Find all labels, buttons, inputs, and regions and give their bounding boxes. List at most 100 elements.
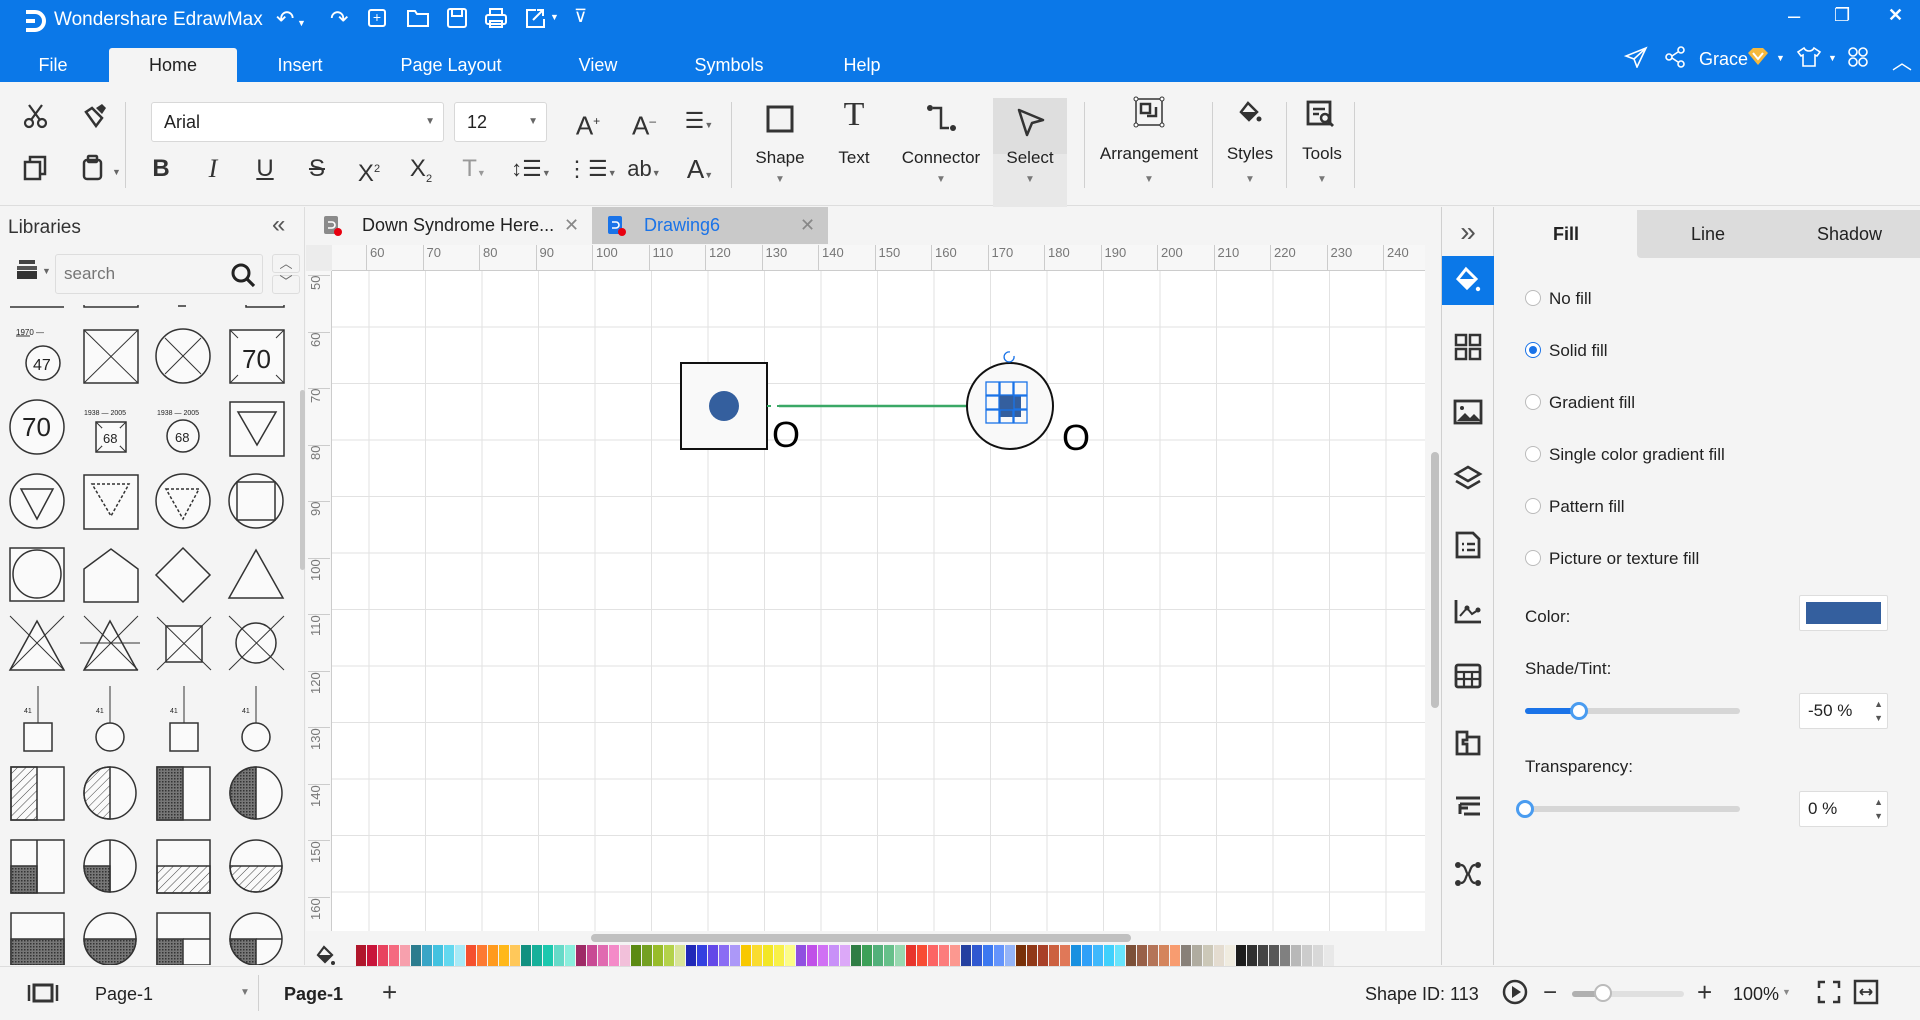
spin-arrows[interactable]: ▲ ▼ bbox=[1874, 697, 1883, 725]
color-swatch[interactable] bbox=[1071, 945, 1081, 967]
color-swatch[interactable] bbox=[631, 945, 641, 967]
radio-button[interactable] bbox=[1525, 394, 1541, 410]
fill-panel-button[interactable] bbox=[1442, 256, 1494, 305]
undo-icon[interactable]: ↶ ▼ bbox=[276, 6, 306, 32]
strikethrough-icon[interactable]: S bbox=[304, 154, 330, 184]
spin-arrows[interactable]: ▲ ▼ bbox=[1874, 795, 1883, 823]
customize-icon[interactable]: ⊽ bbox=[574, 6, 587, 27]
vertical-scrollbar[interactable] bbox=[1431, 452, 1439, 708]
color-swatch[interactable] bbox=[422, 945, 432, 967]
color-swatch[interactable] bbox=[411, 945, 421, 967]
export-dropdown-icon[interactable]: ▼ bbox=[550, 12, 559, 22]
color-swatch[interactable] bbox=[708, 945, 718, 967]
tab-insert[interactable]: Insert bbox=[262, 48, 338, 82]
user-dropdown-icon[interactable]: ▼ bbox=[1776, 53, 1785, 63]
color-swatch[interactable] bbox=[576, 945, 586, 967]
color-swatch[interactable] bbox=[488, 945, 498, 967]
tab-line[interactable]: Line bbox=[1637, 210, 1779, 258]
color-swatch[interactable] bbox=[851, 945, 861, 967]
shape-square-half-hatched[interactable] bbox=[10, 766, 65, 821]
tab-help[interactable]: Help bbox=[834, 48, 890, 82]
shape-male-stillbirth[interactable] bbox=[229, 401, 285, 457]
bold-icon[interactable]: B bbox=[148, 154, 174, 184]
color-swatch[interactable] bbox=[796, 945, 806, 967]
shape-circle-quarter-bl-filled[interactable] bbox=[229, 912, 283, 965]
fill-option-single-color-gradient-fill[interactable]: Single color gradient fill bbox=[1525, 442, 1725, 468]
zoom-level[interactable]: 100% bbox=[1733, 984, 1779, 1005]
increase-font-icon[interactable]: A+ bbox=[570, 106, 606, 141]
search-icon[interactable] bbox=[229, 261, 257, 289]
color-picker[interactable] bbox=[1799, 595, 1888, 631]
color-swatch[interactable] bbox=[1170, 945, 1180, 967]
tab-page-layout[interactable]: Page Layout bbox=[392, 48, 510, 82]
color-swatch[interactable] bbox=[1280, 945, 1290, 967]
shape-square-circle[interactable] bbox=[9, 547, 65, 602]
color-swatch[interactable] bbox=[455, 945, 465, 967]
publish-icon[interactable] bbox=[1624, 46, 1648, 68]
fill-option-no-fill[interactable]: No fill bbox=[1525, 286, 1592, 312]
print-icon[interactable] bbox=[484, 7, 508, 29]
fill-option-picture-or-texture-fill[interactable]: Picture or texture fill bbox=[1525, 546, 1699, 572]
font-size-select[interactable]: 12 ▼ bbox=[454, 102, 547, 142]
shape-female-deceased-circle[interactable] bbox=[155, 328, 211, 384]
color-swatch[interactable] bbox=[917, 945, 927, 967]
shape-pentagon-house[interactable] bbox=[83, 548, 139, 603]
color-swatch[interactable] bbox=[675, 945, 685, 967]
shape-triangle-crossed[interactable] bbox=[8, 615, 66, 671]
color-swatch[interactable] bbox=[653, 945, 663, 967]
redo-icon[interactable]: ↷ bbox=[330, 6, 348, 32]
color-swatch[interactable] bbox=[1082, 945, 1092, 967]
decrease-font-icon[interactable]: A– bbox=[626, 106, 662, 141]
color-swatch[interactable] bbox=[950, 945, 960, 967]
color-swatch[interactable] bbox=[1137, 945, 1147, 967]
library-search-box[interactable] bbox=[55, 254, 263, 294]
color-swatch[interactable] bbox=[1159, 945, 1169, 967]
color-swatch[interactable] bbox=[1016, 945, 1026, 967]
restore-button[interactable]: ❐ bbox=[1834, 5, 1850, 26]
font-family-select[interactable]: Arial ▼ bbox=[151, 102, 444, 142]
radio-button[interactable] bbox=[1525, 446, 1541, 462]
copy-icon[interactable] bbox=[22, 154, 50, 182]
color-swatch[interactable] bbox=[1060, 945, 1070, 967]
zoom-in-button[interactable]: + bbox=[1697, 977, 1712, 1008]
female-circle-shape[interactable] bbox=[966, 362, 1054, 450]
color-swatch[interactable] bbox=[730, 945, 740, 967]
color-swatch[interactable] bbox=[367, 945, 377, 967]
shape-square-crossed[interactable] bbox=[156, 616, 212, 671]
layers-panel-button[interactable] bbox=[1442, 452, 1494, 502]
color-swatch[interactable] bbox=[1148, 945, 1158, 967]
fill-option-pattern-fill[interactable]: Pattern fill bbox=[1525, 494, 1625, 520]
color-swatch[interactable] bbox=[565, 945, 575, 967]
shape-circle-half-hatched[interactable] bbox=[83, 766, 137, 820]
color-swatch[interactable] bbox=[1258, 945, 1268, 967]
transparency-input[interactable]: 0 % ▲ ▼ bbox=[1799, 791, 1888, 827]
color-swatch[interactable] bbox=[378, 945, 388, 967]
shape-male-deceased-square[interactable] bbox=[83, 329, 139, 384]
drawing-canvas[interactable]: O O bbox=[332, 271, 1425, 931]
color-swatch[interactable] bbox=[1302, 945, 1312, 967]
color-swatch[interactable] bbox=[1313, 945, 1323, 967]
library-search-input[interactable] bbox=[64, 261, 214, 287]
page-select-value[interactable]: Page-1 bbox=[95, 984, 153, 1005]
shape-circle-bottom-filled[interactable] bbox=[83, 912, 137, 965]
color-swatch[interactable] bbox=[884, 945, 894, 967]
tab-shadow[interactable]: Shadow bbox=[1779, 210, 1920, 258]
transparency-slider[interactable] bbox=[1516, 800, 1740, 818]
select-button[interactable]: Select ▼ bbox=[993, 98, 1067, 212]
shape-square-quarter-bl-filled[interactable] bbox=[156, 912, 211, 965]
shape-female-age-41-b[interactable] bbox=[241, 686, 271, 752]
page-select-dropdown-icon[interactable]: ▼ bbox=[240, 987, 250, 998]
color-swatch[interactable] bbox=[466, 945, 476, 967]
arrangement-button[interactable]: Arrangement ▼ bbox=[1090, 82, 1208, 202]
apps-icon[interactable] bbox=[1847, 46, 1869, 68]
shape-square-quarter-filled[interactable] bbox=[10, 839, 65, 894]
new-icon[interactable]: + bbox=[368, 9, 386, 27]
shape-button[interactable]: Shape ▼ bbox=[750, 82, 810, 202]
zoom-slider[interactable] bbox=[1572, 984, 1684, 1002]
shape-male-age-41-b[interactable] bbox=[169, 686, 199, 752]
text-button[interactable]: T Text bbox=[824, 82, 884, 202]
add-page-button[interactable]: + bbox=[382, 977, 397, 1008]
shape-female-pregnancy-loss[interactable] bbox=[155, 473, 211, 529]
color-swatch[interactable] bbox=[906, 945, 916, 967]
color-swatch[interactable] bbox=[1203, 945, 1213, 967]
